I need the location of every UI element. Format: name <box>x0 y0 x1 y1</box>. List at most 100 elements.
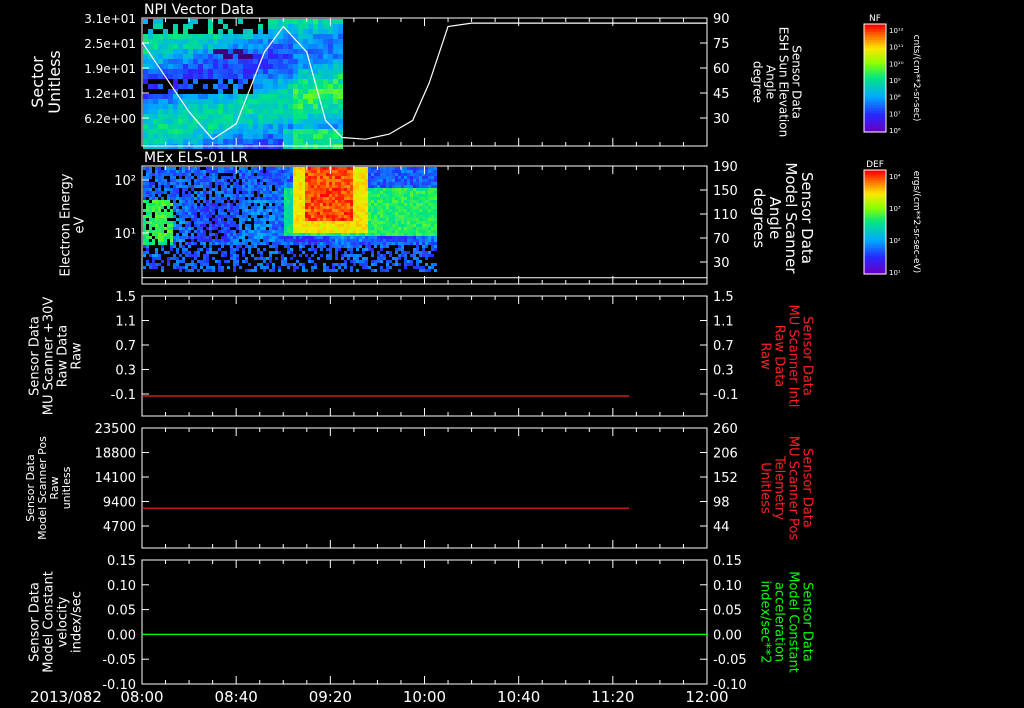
axis-title-line: unitless <box>60 466 73 509</box>
spectrogram-cell <box>263 188 266 191</box>
ytick-label: 90 <box>713 12 730 27</box>
spectrogram-cell <box>293 124 298 129</box>
spectrogram-cell <box>302 179 305 182</box>
spectrogram-cell <box>328 94 333 99</box>
spectrogram-cell <box>410 251 413 254</box>
spectrogram-cell <box>350 257 353 260</box>
spectrogram-cell <box>333 54 338 59</box>
spectrogram-cell <box>410 194 413 197</box>
spectrogram-cell <box>170 221 173 224</box>
spectrogram-cell <box>413 263 416 266</box>
spectrogram-cell <box>275 251 278 254</box>
spectrogram-cell <box>152 197 155 200</box>
spectrogram-cell <box>290 203 293 206</box>
spectrogram-cell <box>299 239 302 242</box>
spectrogram-cell <box>419 167 422 170</box>
spectrogram-cell <box>368 239 371 242</box>
spectrogram-cell <box>170 266 173 269</box>
spectrogram-cell <box>428 203 431 206</box>
spectrogram-cell <box>152 182 155 185</box>
spectrogram-cell <box>194 218 197 221</box>
spectrogram-cell <box>329 185 332 188</box>
spectrogram-cell <box>313 49 318 54</box>
ytick-label: 6.2e+00 <box>84 112 136 126</box>
spectrogram-cell <box>422 263 425 266</box>
spectrogram-cell <box>257 176 260 179</box>
spectrogram-cell <box>230 173 233 176</box>
spectrogram-cell <box>218 119 223 124</box>
spectrogram-cell <box>272 206 275 209</box>
spectrogram-cell <box>365 170 368 173</box>
spectrogram-cell <box>296 203 299 206</box>
spectrogram-cell <box>284 182 287 185</box>
spectrogram-cell <box>410 215 413 218</box>
ytick-label: 30 <box>713 112 730 127</box>
spectrogram-cell <box>389 182 392 185</box>
spectrogram-cell <box>283 59 288 64</box>
spectrogram-cell <box>215 263 218 266</box>
spectrogram-cell <box>182 176 185 179</box>
spectrogram-cell <box>269 242 272 245</box>
spectrogram-cell <box>230 215 233 218</box>
spectrogram-cell <box>335 188 338 191</box>
spectrogram-cell <box>236 230 239 233</box>
spectrogram-cell <box>298 69 303 74</box>
spectrogram-cell <box>284 248 287 251</box>
spectrogram-cell <box>404 254 407 257</box>
spectrogram-cell <box>326 266 329 269</box>
spectrogram-cell <box>299 242 302 245</box>
spectrogram-cell <box>338 263 341 266</box>
spectrogram-cell <box>273 44 278 49</box>
spectrogram-cell <box>275 197 278 200</box>
spectrogram-cell <box>233 129 238 134</box>
spectrogram-cell <box>233 194 236 197</box>
spectrogram-cell <box>194 227 197 230</box>
spectrogram-cell <box>425 227 428 230</box>
spectrogram-cell <box>248 230 251 233</box>
spectrogram-cell <box>395 209 398 212</box>
spectrogram-cell <box>149 188 152 191</box>
spectrogram-cell <box>176 257 179 260</box>
spectrogram-cell <box>290 167 293 170</box>
spectrogram-cell <box>253 44 258 49</box>
spectrogram-cell <box>302 257 305 260</box>
spectrogram-cell <box>269 194 272 197</box>
spectrogram-cell <box>305 239 308 242</box>
spectrogram-cell <box>197 194 200 197</box>
spectrogram-cell <box>434 200 437 203</box>
spectrogram-cell <box>236 266 239 269</box>
spectrogram-cell <box>395 212 398 215</box>
spectrogram-cell <box>299 230 302 233</box>
spectrogram-cell <box>176 188 179 191</box>
spectrogram-cell <box>293 89 298 94</box>
spectrogram-cell <box>193 29 198 34</box>
spectrogram-cell <box>173 224 176 227</box>
spectrogram-cell <box>318 59 323 64</box>
spectrogram-cell <box>215 188 218 191</box>
spectrogram-cell <box>320 260 323 263</box>
spectrogram-cell <box>293 49 298 54</box>
spectrogram-cell <box>407 245 410 248</box>
spectrogram-cell <box>308 114 313 119</box>
spectrogram-cell <box>392 206 395 209</box>
spectrogram-cell <box>298 104 303 109</box>
spectrogram-cell <box>143 99 148 104</box>
spectrogram-cell <box>290 194 293 197</box>
spectrogram-cell <box>290 239 293 242</box>
spectrogram-cell <box>320 263 323 266</box>
spectrogram-cell <box>170 191 173 194</box>
spectrogram-cell <box>233 218 236 221</box>
spectrogram-cell <box>236 242 239 245</box>
spectrogram-cell <box>347 218 350 221</box>
spectrogram-cell <box>386 260 389 263</box>
spectrogram-cell <box>173 263 176 266</box>
spectrogram-cell <box>239 251 242 254</box>
spectrogram-cell <box>185 230 188 233</box>
spectrogram-cell <box>176 206 179 209</box>
spectrogram-cell <box>191 257 194 260</box>
spectrogram-cell <box>272 251 275 254</box>
spectrogram-cell <box>368 215 371 218</box>
spectrogram-cell <box>404 197 407 200</box>
spectrogram-cell <box>368 251 371 254</box>
spectrogram-cell <box>284 200 287 203</box>
